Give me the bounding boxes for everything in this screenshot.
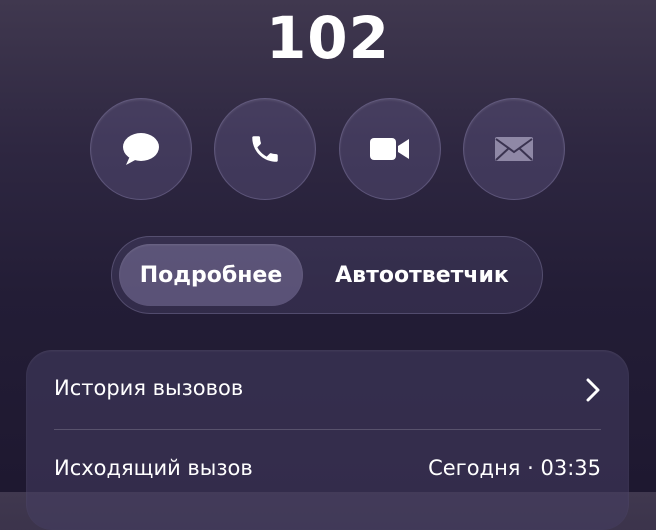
call-details-card: История вызовов Исходящий вызов Сегодня … xyxy=(26,350,629,530)
call-time-value: Сегодня · 03:35 xyxy=(428,456,601,480)
call-history-label: История вызовов xyxy=(54,376,244,400)
divider xyxy=(54,429,601,430)
message-button[interactable] xyxy=(90,98,192,200)
video-call-button[interactable] xyxy=(339,98,441,200)
video-camera-icon xyxy=(369,134,411,164)
tab-details[interactable]: Подробнее xyxy=(119,244,303,306)
mail-icon xyxy=(493,134,535,164)
call-history-row[interactable]: История вызовов xyxy=(26,350,629,428)
phone-icon xyxy=(248,132,282,166)
tab-voicemail[interactable]: Автоответчик xyxy=(312,244,532,306)
mail-button[interactable] xyxy=(463,98,565,200)
call-type-label: Исходящий вызов xyxy=(54,456,253,480)
message-bubble-icon xyxy=(120,129,162,169)
chevron-right-icon xyxy=(585,378,601,406)
contact-name: 102 xyxy=(265,4,391,72)
info-segmented-control: Подробнее Автоответчик xyxy=(111,236,543,314)
contact-actions xyxy=(0,98,656,202)
call-button[interactable] xyxy=(214,98,316,200)
